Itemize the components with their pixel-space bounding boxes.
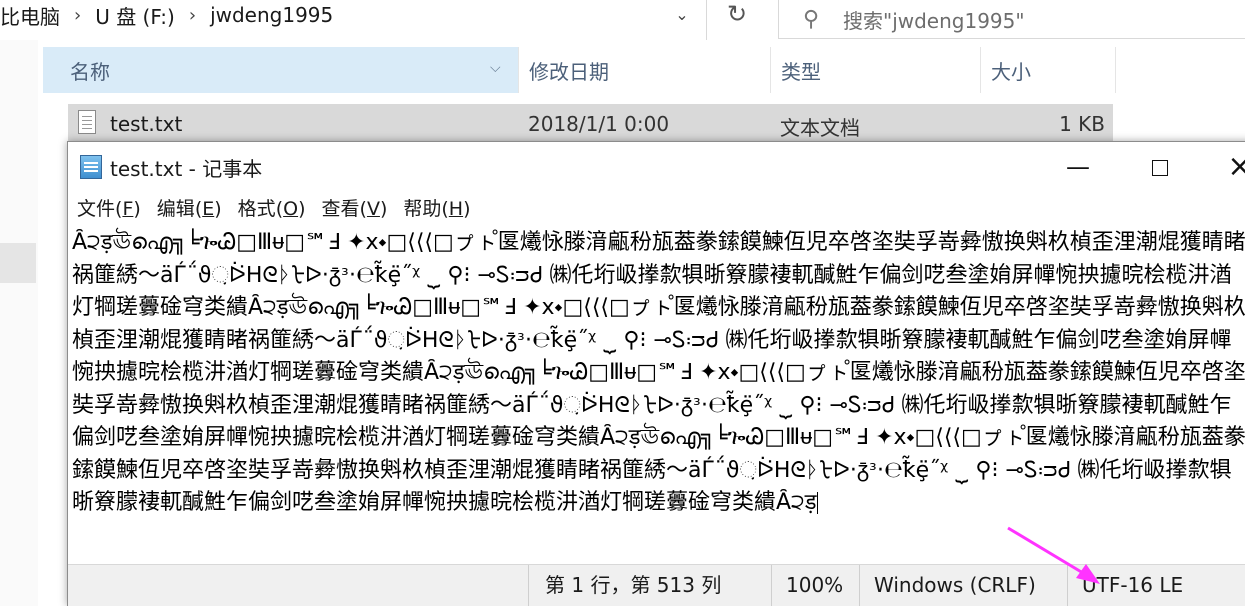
breadcrumb-item-pc[interactable]: 比电脑 [0, 1, 60, 30]
menu-format-label: 格式 [237, 198, 276, 220]
menu-format-accelerator: O [283, 198, 299, 220]
column-header-size-label: 大小 [991, 59, 1031, 84]
column-header-name[interactable]: 名称 [43, 47, 518, 93]
toolbar-divider [706, 0, 707, 40]
column-header-date[interactable]: 修改日期 [518, 47, 770, 93]
notepad-icon [80, 155, 102, 179]
status-line-ending: Windows (CRLF) [859, 565, 1067, 606]
breadcrumb[interactable]: 比电脑 › U 盘 (F:) › jwdeng1995 [0, 0, 700, 30]
chevron-down-icon[interactable]: ⌄ [668, 2, 696, 28]
status-cursor-position: 第 1 行，第 513 列 [528, 565, 771, 606]
maximize-icon[interactable] [1130, 142, 1190, 192]
column-header-date-label: 修改日期 [529, 59, 609, 84]
column-header-size[interactable]: 大小 [980, 47, 1116, 93]
text-file-icon [78, 110, 96, 134]
menu-edit[interactable]: 编辑(E) [156, 194, 223, 224]
menu-edit-accelerator: E [202, 198, 215, 220]
file-date: 2018/1/1 0:00 [528, 112, 670, 136]
column-header-name-label: 名称 [70, 59, 110, 84]
file-type: 文本文档 [780, 116, 860, 140]
breadcrumb-item-drive[interactable]: U 盘 (F:) [95, 1, 175, 30]
text-caret [816, 492, 818, 514]
editor-content: Ȃ੨ड़ঊഐ╗╘ጐᏊ□Ⅲᵾ□℠Ⅎ ✦ⅹ⬩□⟨⟨⟨□ㇷ゚ㇳ゚匽爔怺滕湇甂秎瓬葢豢鎍… [72, 230, 1245, 515]
column-header-type[interactable]: 类型 [770, 47, 980, 93]
text-editor[interactable]: Ȃ੨ड़ঊഐ╗╘ጐᏊ□Ⅲᵾ□℠Ⅎ ✦ⅹ⬩□⟨⟨⟨□ㇷ゚ㇳ゚匽爔怺滕湇甂秎瓬葢豢鎍… [72, 227, 1245, 557]
menu-format[interactable]: 格式(O) [237, 194, 307, 224]
menu-help-label: 帮助 [403, 198, 442, 220]
breadcrumb-separator-icon: › [188, 4, 197, 26]
column-header-type-label: 类型 [781, 59, 821, 84]
minimize-icon[interactable]: — [1048, 142, 1108, 192]
breadcrumb-item-folder[interactable]: jwdeng1995 [210, 3, 333, 27]
menu-help-accelerator: H [448, 198, 464, 220]
search-placeholder: 搜索"jwdeng1995" [843, 8, 1025, 33]
navigation-pane-selected-item[interactable] [0, 243, 36, 283]
menu-bar: 文件(F) 编辑(E) 格式(O) 查看(V) 帮助(H) [76, 194, 472, 224]
status-bar: 第 1 行，第 513 列 100% Windows (CRLF) UTF-16… [68, 564, 1245, 606]
refresh-icon[interactable]: ↻ [718, 0, 756, 30]
search-icon: ⚲ [803, 6, 820, 32]
title-bar[interactable]: test.txt - 记事本 — × [68, 142, 1245, 192]
menu-view-accelerator: V [366, 198, 380, 220]
menu-view-label: 查看 [321, 198, 360, 220]
file-name: test.txt [110, 112, 183, 136]
navigation-pane [0, 40, 38, 606]
file-size: 1 KB [1059, 112, 1105, 136]
menu-file-label: 文件 [77, 198, 116, 220]
menu-file[interactable]: 文件(F) [76, 194, 142, 224]
status-zoom: 100% [771, 565, 859, 606]
breadcrumb-separator-icon: › [74, 4, 82, 26]
menu-help[interactable]: 帮助(H) [402, 194, 471, 224]
search-input[interactable]: ⚲ 搜索"jwdeng1995" [778, 0, 1245, 39]
menu-view[interactable]: 查看(V) [321, 194, 389, 224]
notepad-window: test.txt - 记事本 — × 文件(F) 编辑(E) 格式(O) 查看(… [67, 141, 1245, 606]
window-title: test.txt - 记事本 [110, 156, 263, 181]
close-icon[interactable]: × [1210, 142, 1245, 192]
menu-file-accelerator: F [122, 198, 134, 220]
file-row[interactable]: test.txt 2018/1/1 0:00 文本文档 1 KB [68, 104, 1113, 142]
status-encoding: UTF-16 LE [1067, 565, 1245, 606]
chevron-down-icon[interactable]: ⌵ [490, 60, 501, 76]
menu-edit-label: 编辑 [156, 198, 195, 220]
